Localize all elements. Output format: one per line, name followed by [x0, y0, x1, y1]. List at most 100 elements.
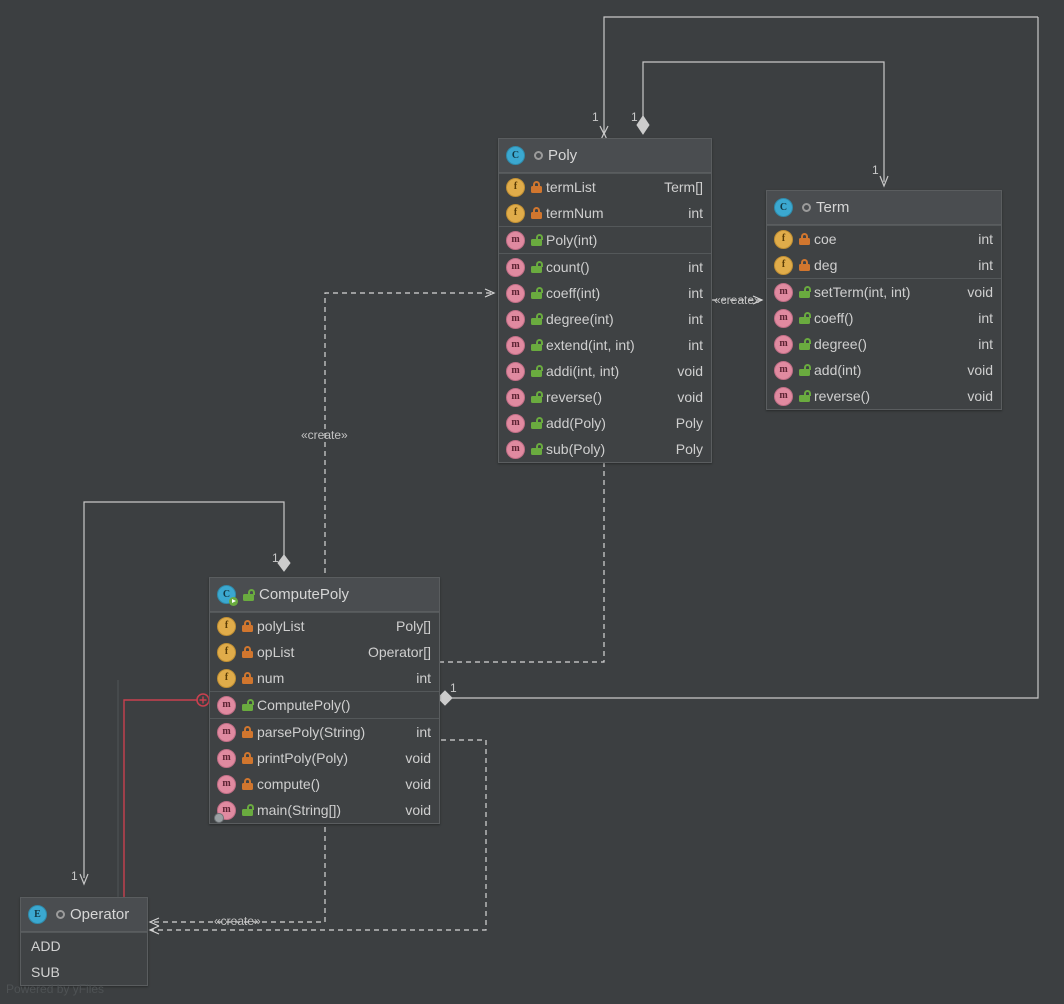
- fields-section-term: f coe int f deg int: [767, 225, 1001, 278]
- method-name: parsePoly(String): [257, 724, 366, 740]
- method-row[interactable]: m addi(int, int) void: [499, 358, 711, 384]
- method-row[interactable]: m add(Poly) Poly: [499, 410, 711, 436]
- enum-value: ADD: [31, 938, 61, 954]
- method-row[interactable]: m compute() void: [210, 771, 439, 797]
- method-row[interactable]: m reverse() void: [499, 384, 711, 410]
- method-icon: m: [506, 439, 525, 459]
- method-icon: m: [774, 360, 793, 380]
- method-type: int: [416, 724, 431, 740]
- method-row[interactable]: m count() int: [499, 254, 711, 280]
- field-name: termNum: [546, 205, 604, 221]
- method-row[interactable]: m reverse() void: [767, 383, 1001, 409]
- lock-private-icon: [242, 752, 253, 764]
- method-row[interactable]: m setTerm(int, int) void: [767, 279, 1001, 305]
- lock-public-icon: [531, 365, 543, 377]
- method-icon: m: [774, 308, 793, 328]
- lock-private-icon: [242, 646, 253, 658]
- field-icon: f: [506, 177, 525, 197]
- lock-public-icon: [531, 443, 543, 455]
- method-row[interactable]: m coeff() int: [767, 305, 1001, 331]
- field-type: int: [978, 231, 993, 247]
- field-name: opList: [257, 644, 295, 660]
- enum-value: SUB: [31, 964, 60, 980]
- class-icon: C: [774, 198, 793, 217]
- lock-private-icon: [242, 726, 253, 738]
- stereotype-create-computepoly-poly: «create»: [301, 428, 348, 442]
- method-type: void: [405, 776, 431, 792]
- enum-name-operator: Operator: [70, 906, 130, 923]
- aggregation-diamond-computepoly-top: [277, 554, 291, 572]
- field-icon: f: [774, 229, 793, 249]
- method-row[interactable]: m coeff(int) int: [499, 280, 711, 306]
- field-row[interactable]: f polyList Poly[]: [210, 613, 439, 639]
- field-row[interactable]: f coe int: [767, 226, 1001, 252]
- method-icon: m: [217, 774, 236, 794]
- field-row[interactable]: f num int: [210, 665, 439, 691]
- field-name: termList: [546, 179, 596, 195]
- method-icon: m: [506, 387, 525, 407]
- lock-private-icon: [242, 620, 253, 632]
- lock-public-icon: [531, 339, 543, 351]
- lock-private-icon: [242, 672, 253, 684]
- method-icon: m: [506, 309, 525, 329]
- lock-private-icon: [531, 207, 542, 219]
- method-row[interactable]: m main(String[]) void: [210, 797, 439, 823]
- runnable-class-icon: C: [217, 585, 238, 606]
- method-type: void: [677, 389, 703, 405]
- class-node-term[interactable]: C Term f coe int f deg int m setTerm(int…: [766, 190, 1002, 410]
- class-header-poly[interactable]: C Poly: [499, 139, 711, 173]
- edge-poly-dashed-down: [440, 462, 605, 663]
- diagram-canvas[interactable]: Poly (dashed, up and right into Poly lef…: [0, 0, 1064, 1004]
- method-type: int: [978, 336, 993, 352]
- field-row[interactable]: f termList Term[]: [499, 174, 711, 200]
- lock-public-icon: [531, 261, 543, 273]
- method-name: reverse(): [546, 389, 603, 405]
- method-icon: m: [506, 257, 525, 277]
- fields-section-computepoly: f polyList Poly[] f opList Operator[] f …: [210, 612, 439, 691]
- method-type: int: [688, 285, 703, 301]
- method-name: reverse(): [814, 388, 871, 404]
- class-node-poly[interactable]: C Poly f termList Term[] f termNum int m: [498, 138, 712, 463]
- method-type: void: [967, 284, 993, 300]
- enum-value-row[interactable]: ADD: [21, 933, 147, 959]
- method-row[interactable]: m extend(int, int) int: [499, 332, 711, 358]
- method-row[interactable]: m add(int) void: [767, 357, 1001, 383]
- enum-header-operator[interactable]: E Operator: [21, 898, 147, 932]
- class-header-term[interactable]: C Term: [767, 191, 1001, 225]
- fields-section-poly: f termList Term[] f termNum int: [499, 173, 711, 226]
- method-row[interactable]: m degree() int: [767, 331, 1001, 357]
- multiplicity-poly-aggregation: 1: [631, 110, 638, 124]
- field-type: int: [688, 205, 703, 221]
- lock-public-icon: [799, 364, 811, 376]
- constructor-name: ComputePoly(): [257, 697, 351, 713]
- method-name: degree(int): [546, 311, 614, 327]
- method-row[interactable]: m degree(int) int: [499, 306, 711, 332]
- main-method-icon: m: [214, 800, 236, 823]
- method-icon: m: [506, 361, 525, 381]
- lock-private-icon: [799, 259, 810, 271]
- constructor-row[interactable]: m ComputePoly(): [210, 692, 439, 718]
- lock-public-icon: [799, 390, 811, 402]
- method-row[interactable]: m parsePoly(String) int: [210, 719, 439, 745]
- lock-public-icon: [799, 312, 811, 324]
- lock-public-icon: [531, 313, 543, 325]
- lock-private-icon: [799, 233, 810, 245]
- field-row[interactable]: f opList Operator[]: [210, 639, 439, 665]
- methods-section-poly: m count() int m coeff(int) int m degree(…: [499, 253, 711, 462]
- class-header-computepoly[interactable]: C ComputePoly: [210, 578, 439, 612]
- multiplicity-computepoly-top: 1: [272, 551, 279, 565]
- class-name-computepoly: ComputePoly: [259, 586, 350, 603]
- field-row[interactable]: f deg int: [767, 252, 1001, 278]
- class-name-term: Term: [816, 199, 850, 216]
- class-node-computepoly[interactable]: C ComputePoly f polyList Poly[] f opList…: [209, 577, 440, 824]
- constructor-row[interactable]: m Poly(int): [499, 227, 711, 253]
- method-name: add(int): [814, 362, 862, 378]
- method-row[interactable]: m sub(Poly) Poly: [499, 436, 711, 462]
- expand-marker-icon: [196, 693, 210, 707]
- field-icon: f: [217, 642, 236, 662]
- methods-section-term: m setTerm(int, int) void m coeff() int m…: [767, 278, 1001, 409]
- field-row[interactable]: f termNum int: [499, 200, 711, 226]
- method-icon: m: [506, 413, 525, 433]
- enum-node-operator[interactable]: E Operator ADD SUB: [20, 897, 148, 986]
- method-row[interactable]: m printPoly(Poly) void: [210, 745, 439, 771]
